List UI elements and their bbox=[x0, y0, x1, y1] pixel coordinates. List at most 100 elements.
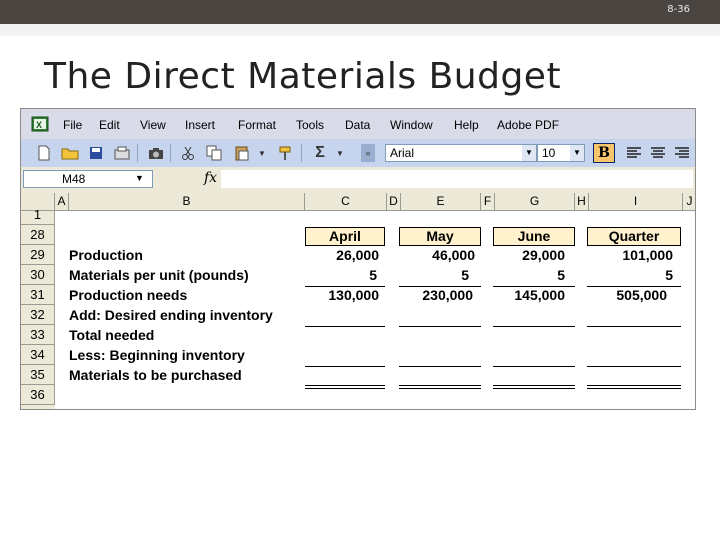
format-painter-icon[interactable] bbox=[277, 144, 295, 162]
camera-icon[interactable] bbox=[147, 144, 165, 162]
font-name-value: Arial bbox=[390, 146, 415, 160]
label-materials-per-unit: Materials per unit (pounds) bbox=[69, 267, 249, 283]
autosum-dropdown-icon[interactable]: ▼ bbox=[331, 144, 349, 162]
toolbar-separator bbox=[301, 144, 302, 162]
row-header-30[interactable]: 30 bbox=[21, 265, 55, 285]
header-quarter: Quarter bbox=[587, 227, 681, 246]
svg-text:X: X bbox=[36, 120, 42, 130]
formula-bar: M48 ▼ fx bbox=[21, 167, 695, 191]
toolbar-separator bbox=[137, 144, 138, 162]
open-folder-icon[interactable] bbox=[61, 144, 79, 162]
save-icon[interactable] bbox=[87, 144, 105, 162]
autosum-icon[interactable]: Σ bbox=[311, 144, 329, 162]
excel-app-icon: X bbox=[31, 116, 49, 132]
cell-production-needs-may: 230,000 bbox=[422, 287, 473, 303]
label-beginning-inventory: Less: Beginning inventory bbox=[69, 347, 245, 363]
cell-materials-per-unit-june: 5 bbox=[557, 267, 565, 283]
underline bbox=[305, 326, 385, 327]
cell-production-june: 29,000 bbox=[522, 247, 565, 263]
double-underline bbox=[399, 385, 481, 389]
row-header-33[interactable]: 33 bbox=[21, 325, 55, 345]
paste-icon[interactable] bbox=[233, 144, 251, 162]
font-size-value: 10 bbox=[542, 146, 556, 160]
column-header-j[interactable]: J bbox=[683, 193, 695, 211]
copy-icon[interactable] bbox=[205, 144, 223, 162]
slide-top-bar bbox=[0, 0, 720, 24]
row-header-34[interactable]: 34 bbox=[21, 345, 55, 365]
menu-format[interactable]: Format bbox=[238, 118, 276, 132]
align-right-icon[interactable] bbox=[673, 144, 691, 162]
column-header-i[interactable]: I bbox=[589, 193, 683, 211]
menu-insert[interactable]: Insert bbox=[185, 118, 215, 132]
double-underline bbox=[305, 385, 385, 389]
column-header-e[interactable]: E bbox=[401, 193, 481, 211]
new-document-icon[interactable] bbox=[35, 144, 53, 162]
cut-icon[interactable] bbox=[179, 144, 197, 162]
align-center-icon[interactable] bbox=[649, 144, 667, 162]
cell-production-may: 46,000 bbox=[432, 247, 475, 263]
chevron-down-icon[interactable]: ▼ bbox=[522, 145, 536, 161]
underline bbox=[587, 366, 681, 367]
label-materials-to-be-purchased: Materials to be purchased bbox=[69, 367, 242, 383]
double-underline bbox=[493, 385, 575, 389]
row-header-36[interactable]: 36 bbox=[21, 385, 55, 405]
slide-number: 8-36 bbox=[667, 4, 690, 15]
menu-adobe-pdf[interactable]: Adobe PDF bbox=[497, 118, 559, 132]
row-header-29[interactable]: 29 bbox=[21, 245, 55, 265]
cell-production-needs-june: 145,000 bbox=[514, 287, 565, 303]
menu-view[interactable]: View bbox=[140, 118, 166, 132]
column-header-d[interactable]: D bbox=[387, 193, 401, 211]
label-production: Production bbox=[69, 247, 143, 263]
cell-materials-per-unit-april: 5 bbox=[369, 267, 377, 283]
menu-file[interactable]: File bbox=[63, 118, 82, 132]
double-underline bbox=[587, 385, 681, 389]
menu-data[interactable]: Data bbox=[345, 118, 370, 132]
row-header-32[interactable]: 32 bbox=[21, 305, 55, 325]
name-box-value: M48 bbox=[62, 172, 86, 186]
permission-icon[interactable] bbox=[113, 144, 131, 162]
menu-window[interactable]: Window bbox=[390, 118, 433, 132]
cell-production-quarter: 101,000 bbox=[622, 247, 673, 263]
menu-bar: X File Edit View Insert Format Tools Dat… bbox=[21, 109, 695, 139]
name-box[interactable]: M48 bbox=[23, 170, 153, 188]
column-header-g[interactable]: G bbox=[495, 193, 575, 211]
slide-title: The Direct Materials Budget bbox=[44, 56, 562, 97]
toolbar-options-icon[interactable]: » bbox=[361, 144, 375, 162]
label-production-needs: Production needs bbox=[69, 287, 188, 303]
row-header-31[interactable]: 31 bbox=[21, 285, 55, 305]
menu-tools[interactable]: Tools bbox=[296, 118, 324, 132]
toolbar-separator bbox=[170, 144, 171, 162]
font-name-select[interactable]: Arial ▼ bbox=[385, 144, 537, 162]
align-left-icon[interactable] bbox=[625, 144, 643, 162]
row-header-35[interactable]: 35 bbox=[21, 365, 55, 385]
slide-top-stripe bbox=[0, 24, 720, 36]
underline bbox=[399, 326, 481, 327]
chevron-down-icon[interactable]: ▼ bbox=[570, 145, 584, 161]
paste-dropdown-icon[interactable]: ▼ bbox=[253, 144, 271, 162]
label-total-needed: Total needed bbox=[69, 327, 155, 343]
menu-edit[interactable]: Edit bbox=[99, 118, 120, 132]
font-size-select[interactable]: 10 ▼ bbox=[537, 144, 585, 162]
formula-input[interactable] bbox=[221, 170, 693, 188]
insert-function-icon[interactable]: fx bbox=[204, 170, 217, 186]
name-box-dropdown-icon[interactable]: ▼ bbox=[135, 173, 144, 183]
cell-materials-per-unit-quarter: 5 bbox=[665, 267, 673, 283]
underline bbox=[587, 326, 681, 327]
menu-help[interactable]: Help bbox=[454, 118, 479, 132]
standard-toolbar: ▼ Σ ▼ » Arial ▼ 10 ▼ B bbox=[21, 139, 695, 167]
column-header-h[interactable]: H bbox=[575, 193, 589, 211]
worksheet-grid[interactable]: April May June Quarter Production Materi… bbox=[55, 211, 695, 409]
underline bbox=[493, 366, 575, 367]
bold-button[interactable]: B bbox=[593, 143, 615, 163]
column-header-f[interactable]: F bbox=[481, 193, 495, 211]
column-headers: A B C D E F G H I J bbox=[21, 193, 695, 211]
cell-production-april: 26,000 bbox=[336, 247, 379, 263]
row-header-28[interactable]: 28 bbox=[21, 225, 55, 245]
column-header-c[interactable]: C bbox=[305, 193, 387, 211]
column-header-b[interactable]: B bbox=[69, 193, 305, 211]
header-april: April bbox=[305, 227, 385, 246]
row-header-1[interactable]: 1 bbox=[21, 208, 55, 225]
excel-window: X File Edit View Insert Format Tools Dat… bbox=[20, 108, 696, 410]
cell-production-needs-quarter: 505,000 bbox=[616, 287, 667, 303]
column-header-a[interactable]: A bbox=[55, 193, 69, 211]
